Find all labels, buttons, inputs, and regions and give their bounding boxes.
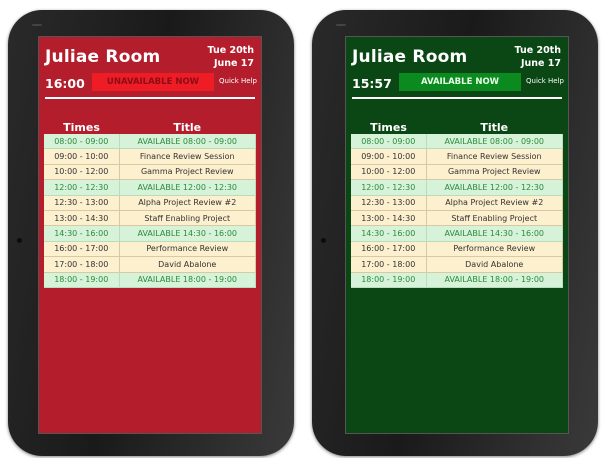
schedule-row[interactable]: 16:00 - 17:00 Performance Review: [44, 241, 256, 258]
row-title: AVAILABLE 18:00 - 19:00: [119, 272, 256, 288]
row-time: 08:00 - 09:00: [351, 134, 427, 150]
row-title: Staff Enabling Project: [119, 210, 256, 227]
row-title: Alpha Project Review #2: [426, 195, 563, 211]
room-screen: Juliae Room Tue 20th June 17 16:00 UNAVA…: [38, 36, 262, 434]
row-time: 12:00 - 12:30: [44, 179, 120, 196]
row-title: Gamma Project Review: [119, 164, 256, 181]
schedule-row[interactable]: 08:00 - 09:00 AVAILABLE 08:00 - 09:00: [351, 134, 563, 150]
divider: [352, 97, 562, 99]
row-time: 13:00 - 14:30: [351, 210, 427, 227]
room-name: Juliae Room: [352, 47, 468, 67]
times-header: Times: [63, 120, 100, 134]
status-button[interactable]: UNAVAILABLE NOW: [92, 73, 214, 91]
row-title: Finance Review Session: [426, 148, 563, 165]
row-time: 09:00 - 10:00: [351, 148, 427, 165]
row-time: 10:00 - 12:00: [351, 164, 427, 181]
schedule-row[interactable]: 13:00 - 14:30 Staff Enabling Project: [44, 210, 256, 227]
row-title: AVAILABLE 14:30 - 16:00: [426, 225, 563, 242]
schedule-row[interactable]: 08:00 - 09:00 AVAILABLE 08:00 - 09:00: [44, 134, 256, 150]
schedule-row[interactable]: 10:00 - 12:00 Gamma Project Review: [351, 164, 563, 181]
row-time: 18:00 - 19:00: [351, 272, 427, 288]
row-title: Gamma Project Review: [426, 164, 563, 181]
title-header: Title: [173, 120, 202, 134]
date-display: Tue 20th June 17: [501, 44, 561, 70]
room-name: Juliae Room: [45, 47, 161, 67]
schedule-table: Times Title 08:00 - 09:00 AVAILABLE 08:00…: [351, 120, 563, 288]
schedule-row[interactable]: 14:30 - 16:00 AVAILABLE 14:30 - 16:00: [44, 225, 256, 242]
row-title: AVAILABLE 08:00 - 09:00: [426, 134, 563, 150]
row-title: AVAILABLE 14:30 - 16:00: [119, 225, 256, 242]
row-title: AVAILABLE 08:00 - 09:00: [119, 134, 256, 150]
row-time: 12:30 - 13:00: [351, 195, 427, 211]
schedule-row[interactable]: 16:00 - 17:00 Performance Review: [351, 241, 563, 258]
row-time: 08:00 - 09:00: [44, 134, 120, 150]
schedule-row[interactable]: 10:00 - 12:00 Gamma Project Review: [44, 164, 256, 181]
schedule-row[interactable]: 12:30 - 13:00 Alpha Project Review #2: [44, 195, 256, 211]
divider: [45, 97, 255, 99]
date-display: Tue 20th June 17: [194, 44, 254, 70]
row-time: 16:00 - 17:00: [351, 241, 427, 258]
row-time: 12:00 - 12:30: [351, 179, 427, 196]
schedule-row[interactable]: 12:00 - 12:30 AVAILABLE 12:00 - 12:30: [351, 179, 563, 196]
row-title: Staff Enabling Project: [426, 210, 563, 227]
row-time: 10:00 - 12:00: [44, 164, 120, 181]
row-time: 13:00 - 14:30: [44, 210, 120, 227]
tablet-available: Juliae Room Tue 20th June 17 15:57 AVAIL…: [312, 10, 598, 456]
schedule-row[interactable]: 12:30 - 13:00 Alpha Project Review #2: [351, 195, 563, 211]
schedule-row[interactable]: 09:00 - 10:00 Finance Review Session: [44, 148, 256, 165]
date-day: Tue 20th: [514, 45, 561, 56]
row-time: 17:00 - 18:00: [351, 256, 427, 273]
quick-help-link[interactable]: Quick Help: [219, 77, 257, 85]
speaker-slit: [32, 24, 42, 26]
date-day: Tue 20th: [207, 45, 254, 56]
row-title: Finance Review Session: [119, 148, 256, 165]
row-time: 16:00 - 17:00: [44, 241, 120, 258]
room-screen: Juliae Room Tue 20th June 17 15:57 AVAIL…: [345, 36, 569, 434]
quick-help-link[interactable]: Quick Help: [526, 77, 564, 85]
current-time: 15:57: [352, 76, 392, 91]
row-title: David Abalone: [426, 256, 563, 273]
row-time: 09:00 - 10:00: [44, 148, 120, 165]
camera-dot: [17, 238, 22, 243]
schedule-row[interactable]: 13:00 - 14:30 Staff Enabling Project: [351, 210, 563, 227]
row-title: Performance Review: [426, 241, 563, 258]
status-button[interactable]: AVAILABLE NOW: [399, 73, 521, 91]
row-title: AVAILABLE 12:00 - 12:30: [426, 179, 563, 196]
schedule-row[interactable]: 12:00 - 12:30 AVAILABLE 12:00 - 12:30: [44, 179, 256, 196]
row-title: AVAILABLE 12:00 - 12:30: [119, 179, 256, 196]
row-title: Performance Review: [119, 241, 256, 258]
row-time: 17:00 - 18:00: [44, 256, 120, 273]
schedule-row[interactable]: 09:00 - 10:00 Finance Review Session: [351, 148, 563, 165]
row-time: 12:30 - 13:00: [44, 195, 120, 211]
schedule-table: Times Title 08:00 - 09:00 AVAILABLE 08:00…: [44, 120, 256, 288]
schedule-row[interactable]: 18:00 - 19:00 AVAILABLE 18:00 - 19:00: [44, 272, 256, 288]
schedule-row[interactable]: 14:30 - 16:00 AVAILABLE 14:30 - 16:00: [351, 225, 563, 242]
times-header: Times: [370, 120, 407, 134]
row-title: David Abalone: [119, 256, 256, 273]
speaker-slit: [336, 24, 346, 26]
schedule-row[interactable]: 17:00 - 18:00 David Abalone: [351, 256, 563, 273]
camera-dot: [321, 238, 326, 243]
schedule-row[interactable]: 17:00 - 18:00 David Abalone: [44, 256, 256, 273]
row-title: Alpha Project Review #2: [119, 195, 256, 211]
row-time: 14:30 - 16:00: [351, 225, 427, 242]
date-month: June 17: [520, 58, 561, 69]
current-time: 16:00: [45, 76, 85, 91]
schedule-row[interactable]: 18:00 - 19:00 AVAILABLE 18:00 - 19:00: [351, 272, 563, 288]
row-time: 14:30 - 16:00: [44, 225, 120, 242]
title-header: Title: [480, 120, 509, 134]
row-title: AVAILABLE 18:00 - 19:00: [426, 272, 563, 288]
row-time: 18:00 - 19:00: [44, 272, 120, 288]
tablet-unavailable: Juliae Room Tue 20th June 17 16:00 UNAVA…: [8, 10, 294, 456]
date-month: June 17: [213, 58, 254, 69]
